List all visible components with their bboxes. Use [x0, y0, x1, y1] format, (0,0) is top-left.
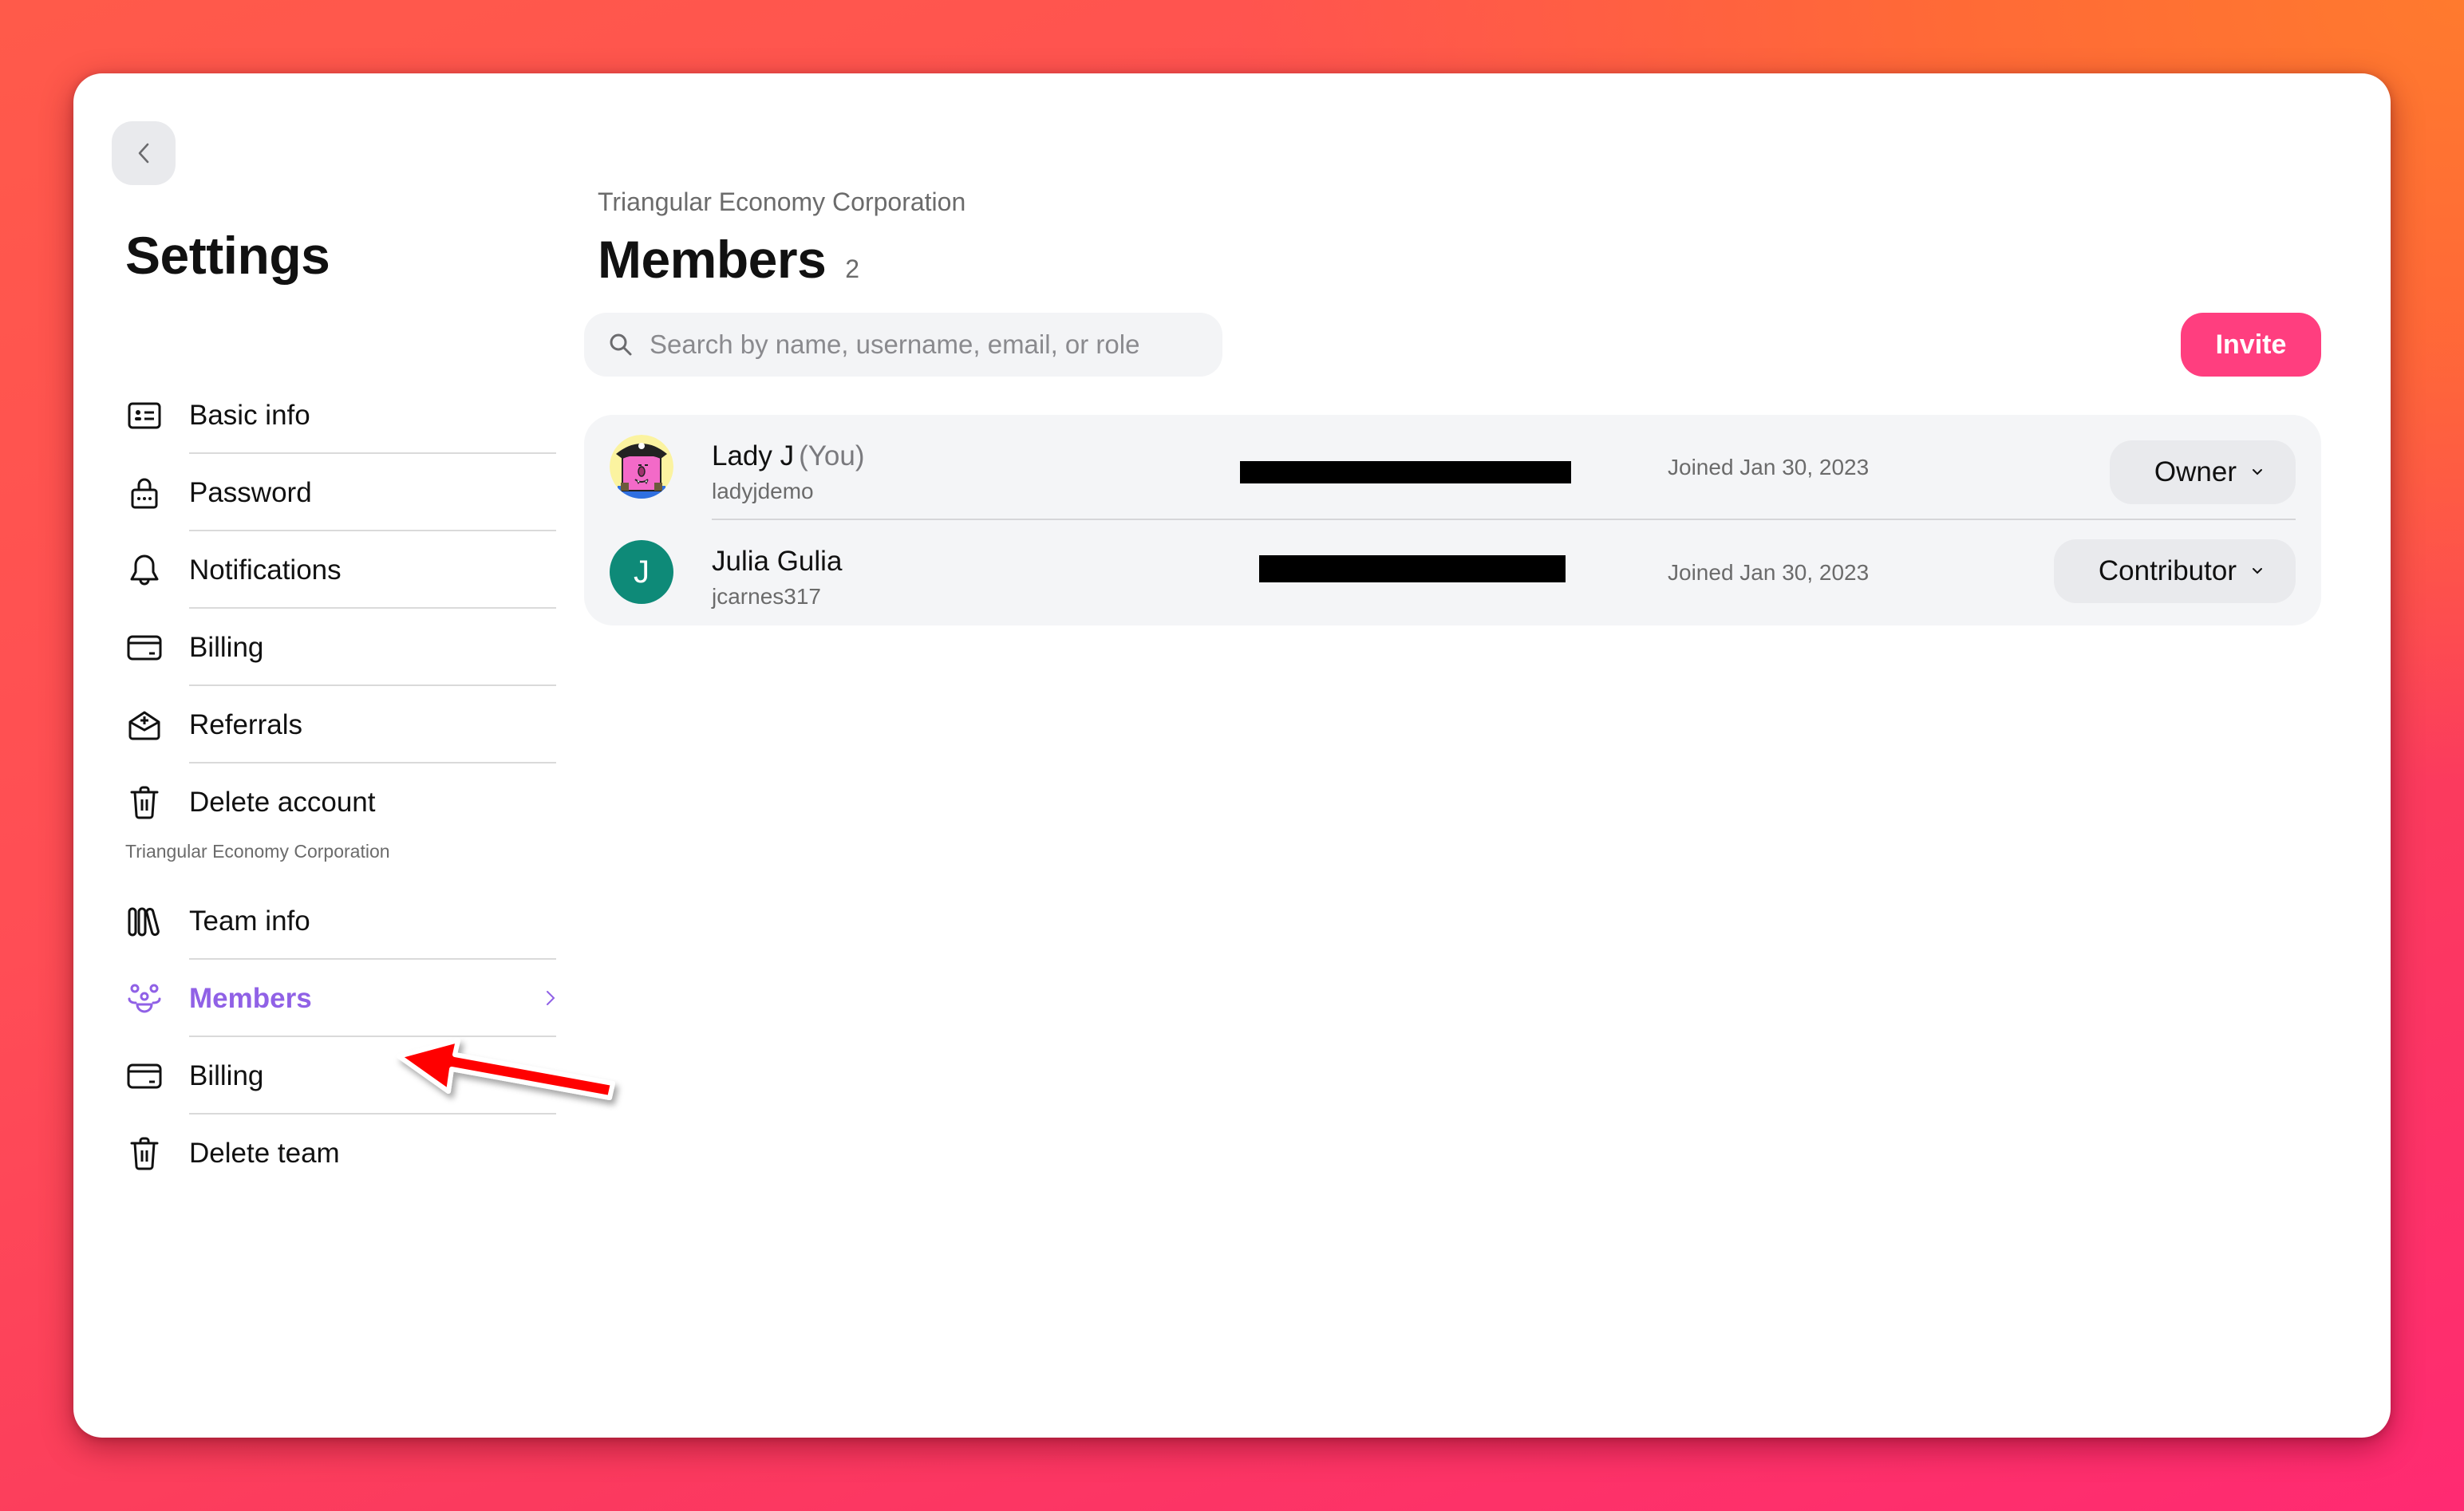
- you-tag: (You): [799, 440, 865, 471]
- role-label: Contributor: [2098, 555, 2237, 586]
- member-name: Julia Gulia: [712, 546, 842, 578]
- credit-card-icon: [125, 629, 164, 667]
- pirate-avatar: [610, 435, 673, 499]
- search-field[interactable]: [584, 313, 1222, 377]
- bell-icon: [125, 551, 164, 590]
- sidebar-item-referrals[interactable]: Referrals: [125, 686, 556, 763]
- redacted-email: [1259, 555, 1566, 582]
- chevron-down-icon: [2251, 567, 2264, 575]
- sidebar-item-password[interactable]: Password: [125, 454, 556, 531]
- sidebar-item-delete-team[interactable]: Delete team: [125, 1115, 556, 1192]
- role-dropdown[interactable]: Owner: [2109, 440, 2296, 504]
- search-icon: [608, 332, 634, 357]
- sidebar-item-notifications[interactable]: Notifications: [125, 531, 556, 609]
- page-title-text: Members: [598, 230, 827, 289]
- role-label: Owner: [2154, 456, 2237, 487]
- member-row: Lady J (You) ladyjdemo Joined Jan 30, 202…: [584, 415, 2321, 520]
- team-settings-nav: Triangular Economy Corporation Team info…: [125, 839, 556, 1192]
- page-title: Members 2: [598, 229, 859, 290]
- sidebar-item-label: Delete team: [189, 1137, 340, 1169]
- users-group-icon: [125, 980, 164, 1018]
- search-input[interactable]: [648, 329, 1194, 361]
- sidebar-item-team-info[interactable]: Team info: [125, 882, 556, 960]
- sidebar-item-billing[interactable]: Billing: [125, 609, 556, 686]
- trash-icon: [125, 1134, 164, 1173]
- personal-settings-nav: Basic info Password Notifications Billin…: [125, 377, 556, 841]
- member-joined-date: Joined Jan 30, 2023: [1668, 455, 1870, 479]
- member-row: J Julia Gulia jcarnes317 Joined Jan 30, …: [584, 520, 2321, 624]
- sidebar-item-basic-info[interactable]: Basic info: [125, 377, 556, 454]
- member-name: Lady J (You): [712, 440, 865, 472]
- back-button[interactable]: [112, 121, 176, 185]
- member-joined-date: Joined Jan 30, 2023: [1668, 560, 1870, 585]
- credit-card-icon: [125, 1057, 164, 1095]
- invite-button[interactable]: Invite: [2181, 313, 2321, 377]
- envelope-plus-icon: [125, 706, 164, 744]
- member-name-text: Julia Gulia: [712, 546, 843, 577]
- member-count: 2: [845, 254, 860, 283]
- sidebar-item-label: Delete account: [189, 786, 376, 818]
- lock-icon: [125, 474, 164, 512]
- sidebar-item-delete-account[interactable]: Delete account: [125, 763, 556, 841]
- chevron-right-icon: [547, 991, 555, 1005]
- settings-title: Settings: [125, 226, 330, 285]
- initial-avatar: J: [610, 540, 673, 604]
- settings-window: Settings Basic info Password Notificatio…: [73, 73, 2391, 1438]
- role-dropdown[interactable]: Contributor: [2053, 539, 2296, 603]
- trash-icon: [125, 783, 164, 822]
- sidebar-item-label: Team info: [189, 905, 310, 937]
- member-name-text: Lady J: [712, 440, 795, 471]
- sidebar-item-members[interactable]: Members: [125, 960, 556, 1037]
- member-username: ladyjdemo: [712, 479, 814, 503]
- sidebar-item-label: Billing: [189, 1059, 264, 1091]
- sidebar-item-label: Billing: [189, 631, 264, 663]
- chevron-left-icon: [138, 143, 149, 164]
- sidebar-item-team-billing[interactable]: Billing: [125, 1037, 556, 1115]
- redacted-email: [1240, 461, 1571, 483]
- sidebar-item-label: Members: [189, 982, 312, 1014]
- org-name: Triangular Economy Corporation: [598, 187, 966, 216]
- chevron-down-icon: [2251, 468, 2264, 476]
- library-icon: [125, 902, 164, 941]
- sidebar-item-label: Basic info: [189, 399, 310, 431]
- members-list: Lady J (You) ladyjdemo Joined Jan 30, 202…: [584, 415, 2321, 625]
- sidebar-item-label: Referrals: [189, 708, 302, 740]
- team-section-label: Triangular Economy Corporation: [125, 841, 390, 862]
- sidebar-item-label: Password: [189, 476, 312, 508]
- id-card-icon: [125, 396, 164, 435]
- member-username: jcarnes317: [712, 584, 821, 609]
- sidebar-item-label: Notifications: [189, 554, 342, 586]
